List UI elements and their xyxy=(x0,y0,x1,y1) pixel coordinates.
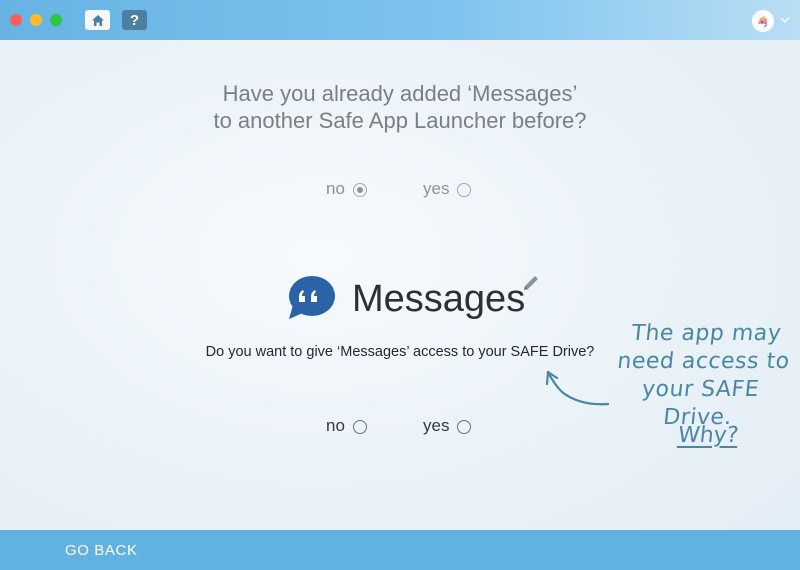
footer-bar: GO BACK xyxy=(0,530,800,570)
title-bar: ? xyxy=(0,0,800,40)
radio-selected-dot xyxy=(356,187,363,193)
access-no-option[interactable]: no xyxy=(326,416,367,436)
previous-no-option[interactable]: no xyxy=(326,179,367,199)
question-line-1: Have you already added ‘Messages’ xyxy=(222,81,578,106)
radio-label-yes: yes xyxy=(423,416,450,435)
drive-access-hint: The app may need access to your SAFE Dri… xyxy=(606,320,798,432)
avatar-image xyxy=(752,10,774,32)
radio-no[interactable] xyxy=(352,420,367,434)
go-back-button[interactable]: GO BACK xyxy=(65,542,138,559)
minimize-window-button[interactable] xyxy=(30,14,42,26)
radio-label-yes: yes xyxy=(423,179,450,198)
hint-line-2: need access to xyxy=(616,349,791,374)
previous-yes-option[interactable]: yes xyxy=(423,179,472,199)
zoom-window-button[interactable] xyxy=(50,14,62,26)
previous-launcher-question: Have you already added ‘Messages’ to ano… xyxy=(0,80,800,134)
radio-label-no: no xyxy=(326,179,345,198)
radio-label-no: no xyxy=(326,416,345,435)
app-name: Messages xyxy=(352,278,526,320)
help-button[interactable]: ? xyxy=(122,10,147,30)
curved-arrow-icon xyxy=(545,370,610,406)
radio-yes[interactable] xyxy=(457,420,472,434)
why-link[interactable]: Why? xyxy=(677,423,740,448)
radio-no-selected[interactable] xyxy=(352,183,367,197)
close-window-button[interactable] xyxy=(10,14,22,26)
home-button[interactable] xyxy=(85,10,110,30)
question-line-2: to another Safe App Launcher before? xyxy=(213,108,587,133)
chevron-down-icon[interactable] xyxy=(779,14,791,26)
quote-bubble-icon xyxy=(289,276,335,319)
access-yes-option[interactable]: yes xyxy=(423,416,472,436)
account-avatar[interactable] xyxy=(752,10,774,32)
hint-line-1: The app may xyxy=(630,321,783,346)
radio-yes[interactable] xyxy=(457,183,472,197)
help-icon: ? xyxy=(129,11,140,29)
home-icon xyxy=(91,14,104,26)
pencil-icon[interactable] xyxy=(521,273,541,293)
